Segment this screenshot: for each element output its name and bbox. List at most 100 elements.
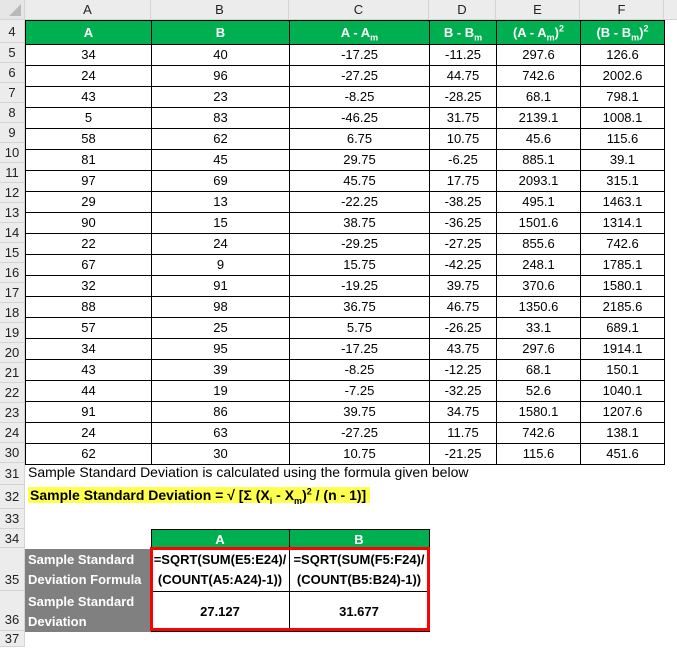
table-cell[interactable]: -29.25 bbox=[289, 233, 430, 255]
table-cell[interactable]: -26.25 bbox=[429, 317, 497, 339]
table-cell[interactable]: 495.1 bbox=[496, 191, 581, 213]
table-cell[interactable]: 45.6 bbox=[496, 128, 581, 150]
table-cell[interactable]: 1580.1 bbox=[496, 401, 581, 423]
table-cell[interactable]: 98 bbox=[151, 296, 290, 318]
row-header-10[interactable]: 10 bbox=[0, 143, 25, 163]
table-cell[interactable]: -6.25 bbox=[429, 149, 497, 171]
table-cell[interactable]: 45.75 bbox=[289, 170, 430, 192]
table-cell[interactable]: 33.1 bbox=[496, 317, 581, 339]
table-cell[interactable]: 39.75 bbox=[289, 401, 430, 423]
table-cell[interactable]: 43.75 bbox=[429, 338, 497, 360]
row-header-20[interactable]: 20 bbox=[0, 343, 25, 363]
table-cell[interactable]: 17.75 bbox=[429, 170, 497, 192]
table-cell[interactable]: 15.75 bbox=[289, 254, 430, 276]
table-cell[interactable]: 34 bbox=[25, 44, 152, 66]
table-cell[interactable]: 742.6 bbox=[496, 65, 581, 87]
table-cell[interactable]: 22 bbox=[25, 233, 152, 255]
table-cell[interactable]: -32.25 bbox=[429, 380, 497, 402]
table-cell[interactable]: 1207.6 bbox=[580, 401, 665, 423]
table-cell[interactable]: 46.75 bbox=[429, 296, 497, 318]
table-cell[interactable]: 81 bbox=[25, 149, 152, 171]
row-header-30[interactable]: 30 bbox=[0, 443, 25, 463]
table-cell[interactable]: 115.6 bbox=[580, 128, 665, 150]
table-cell[interactable]: -27.25 bbox=[289, 422, 430, 444]
row-header-35[interactable]: 35 bbox=[0, 548, 25, 591]
row-header-31[interactable]: 31 bbox=[0, 463, 25, 485]
table-cell[interactable]: -27.25 bbox=[429, 233, 497, 255]
sd-result-a[interactable]: 27.127 bbox=[150, 591, 290, 632]
table-cell[interactable]: 855.6 bbox=[496, 233, 581, 255]
table-cell[interactable]: 30 bbox=[151, 443, 290, 465]
table-cell[interactable]: 150.1 bbox=[580, 359, 665, 381]
table-cell[interactable]: 97 bbox=[25, 170, 152, 192]
table-cell[interactable]: 315.1 bbox=[580, 170, 665, 192]
table-cell[interactable]: 451.6 bbox=[580, 443, 665, 465]
table-cell[interactable]: 1350.6 bbox=[496, 296, 581, 318]
table-cell[interactable]: 25 bbox=[151, 317, 290, 339]
table-cell[interactable]: -38.25 bbox=[429, 191, 497, 213]
table-cell[interactable]: 31.75 bbox=[429, 107, 497, 129]
table-cell[interactable]: 1914.1 bbox=[580, 338, 665, 360]
table-cell[interactable]: 39.1 bbox=[580, 149, 665, 171]
sd-result-b[interactable]: 31.677 bbox=[288, 591, 430, 632]
row-header-12[interactable]: 12 bbox=[0, 183, 25, 203]
row-header-5[interactable]: 5 bbox=[0, 43, 25, 63]
table-cell[interactable]: 1501.6 bbox=[496, 212, 581, 234]
table-cell[interactable]: -17.25 bbox=[289, 44, 430, 66]
table-cell[interactable]: 2185.6 bbox=[580, 296, 665, 318]
select-all-corner[interactable] bbox=[0, 0, 25, 20]
row-header-18[interactable]: 18 bbox=[0, 303, 25, 323]
table-cell[interactable]: 68.1 bbox=[496, 359, 581, 381]
table-cell[interactable]: 29 bbox=[25, 191, 152, 213]
table-cell[interactable]: 10.75 bbox=[289, 443, 430, 465]
table-cell[interactable]: 297.6 bbox=[496, 44, 581, 66]
table-cell[interactable]: 126.6 bbox=[580, 44, 665, 66]
table-cell[interactable]: 63 bbox=[151, 422, 290, 444]
row-header-7[interactable]: 7 bbox=[0, 83, 25, 103]
table-cell[interactable]: 58 bbox=[25, 128, 152, 150]
table-cell[interactable]: 798.1 bbox=[580, 86, 665, 108]
table-cell[interactable]: 297.6 bbox=[496, 338, 581, 360]
column-header-e[interactable]: E bbox=[496, 0, 580, 20]
table-cell[interactable]: 91 bbox=[25, 401, 152, 423]
table-cell[interactable]: 10.75 bbox=[429, 128, 497, 150]
row-header-14[interactable]: 14 bbox=[0, 223, 25, 243]
row-header-8[interactable]: 8 bbox=[0, 103, 25, 123]
table-cell[interactable]: -8.25 bbox=[289, 359, 430, 381]
table-cell[interactable]: 62 bbox=[151, 128, 290, 150]
table-cell[interactable]: 2002.6 bbox=[580, 65, 665, 87]
row-header-6[interactable]: 6 bbox=[0, 63, 25, 83]
table-cell[interactable]: 1314.1 bbox=[580, 212, 665, 234]
table-cell[interactable]: 689.1 bbox=[580, 317, 665, 339]
table-cell[interactable]: 69 bbox=[151, 170, 290, 192]
table-cell[interactable]: 24 bbox=[25, 422, 152, 444]
table-cell[interactable]: 32 bbox=[25, 275, 152, 297]
row-header-13[interactable]: 13 bbox=[0, 203, 25, 223]
table-cell[interactable]: -7.25 bbox=[289, 380, 430, 402]
table-cell[interactable]: 1040.1 bbox=[580, 380, 665, 402]
table-cell[interactable]: 2139.1 bbox=[496, 107, 581, 129]
table-cell[interactable]: -28.25 bbox=[429, 86, 497, 108]
table-cell[interactable]: 90 bbox=[25, 212, 152, 234]
table-cell[interactable]: 67 bbox=[25, 254, 152, 276]
column-header-g[interactable] bbox=[664, 0, 677, 20]
table-cell[interactable]: 11.75 bbox=[429, 422, 497, 444]
table-cell[interactable]: 15 bbox=[151, 212, 290, 234]
table-cell[interactable]: 23 bbox=[151, 86, 290, 108]
column-header-f[interactable]: F bbox=[580, 0, 664, 20]
column-header-b[interactable]: B bbox=[151, 0, 289, 20]
row-header-11[interactable]: 11 bbox=[0, 163, 25, 183]
table-cell[interactable]: -11.25 bbox=[429, 44, 497, 66]
table-cell[interactable]: 5.75 bbox=[289, 317, 430, 339]
table-cell[interactable]: -42.25 bbox=[429, 254, 497, 276]
table-cell[interactable]: 45 bbox=[151, 149, 290, 171]
table-cell[interactable]: -46.25 bbox=[289, 107, 430, 129]
table-cell[interactable]: 29.75 bbox=[289, 149, 430, 171]
row-header-36[interactable]: 36 bbox=[0, 591, 25, 631]
table-cell[interactable]: 52.6 bbox=[496, 380, 581, 402]
table-cell[interactable]: 36.75 bbox=[289, 296, 430, 318]
table-cell[interactable]: 138.1 bbox=[580, 422, 665, 444]
table-cell[interactable]: 95 bbox=[151, 338, 290, 360]
row-header-21[interactable]: 21 bbox=[0, 363, 25, 383]
table-cell[interactable]: 1463.1 bbox=[580, 191, 665, 213]
